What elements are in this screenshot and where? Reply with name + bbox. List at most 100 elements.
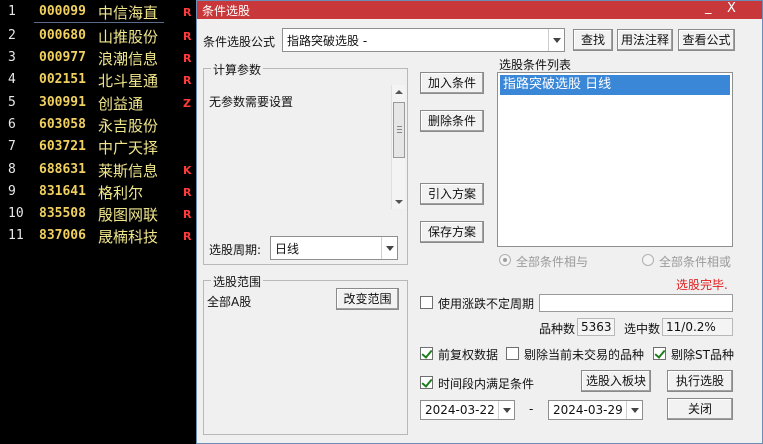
use-period-label: 使用涨跌不定周期 — [438, 297, 535, 311]
stock-row[interactable]: 3 000977 浪潮信息 R — [0, 47, 196, 69]
period-select[interactable]: 日线 — [270, 236, 398, 260]
radio-and[interactable] — [499, 254, 511, 266]
stock-row[interactable]: 2 000680 山推股份 R — [0, 25, 196, 47]
stock-code: 603058 — [39, 117, 86, 132]
stock-code: 835508 — [39, 206, 86, 221]
stock-row[interactable]: 5 300991 创益通 Z — [0, 92, 196, 114]
date-from-picker[interactable]: 2024-03-22 — [420, 400, 515, 420]
stock-row[interactable]: 4 002151 北斗星通 R — [0, 69, 196, 91]
stock-name: 永吉股份 — [98, 117, 159, 135]
exclude-st-checkbox[interactable] — [653, 347, 666, 360]
date-to-picker[interactable]: 2024-03-29 — [548, 400, 643, 420]
usage-notes-button[interactable]: 用法注释 — [617, 29, 673, 51]
period-input[interactable] — [539, 294, 733, 312]
params-text: 无参数需要设置 — [209, 95, 294, 109]
find-button[interactable]: 查找 — [573, 29, 613, 51]
close-icon[interactable]: X — [727, 1, 736, 16]
date-from-value: 2024-03-22 — [425, 403, 495, 417]
row-index: 4 — [8, 72, 16, 87]
condition-list[interactable]: 指路突破选股 日线 — [497, 72, 733, 247]
stock-name: 北斗星通 — [98, 72, 159, 90]
stock-tag: R — [183, 208, 192, 221]
scroll-up-icon[interactable] — [392, 85, 406, 99]
stock-code: 000680 — [39, 28, 86, 43]
stock-code: 688631 — [39, 162, 86, 177]
stock-tag: R — [183, 186, 192, 199]
row-index: 5 — [8, 95, 16, 110]
select-to-block-button[interactable]: 选股入板块 — [581, 370, 651, 392]
condition-select-dialog: 条件选股 _ X 条件选股公式 指路突破选股 - 查找 用法注释 查看公式 计算… — [196, 0, 763, 444]
view-formula-button[interactable]: 查看公式 — [678, 29, 735, 51]
stock-tag: Z — [183, 97, 191, 110]
dialog-titlebar[interactable]: 条件选股 _ X — [197, 0, 762, 19]
delete-condition-button[interactable]: 删除条件 — [420, 110, 484, 132]
stock-code: 837006 — [39, 228, 86, 243]
row-index: 2 — [8, 28, 16, 43]
row-index: 3 — [8, 50, 16, 65]
radio-or[interactable] — [642, 254, 654, 266]
forward-adjust-checkbox[interactable] — [420, 347, 433, 360]
row-index: 10 — [8, 206, 24, 221]
save-plan-button[interactable]: 保存方案 — [420, 221, 484, 243]
scroll-thumb[interactable] — [393, 102, 405, 158]
stock-row[interactable]: 8 688631 莱斯信息 K — [0, 159, 196, 181]
params-scrollbar[interactable] — [391, 85, 405, 209]
stock-row[interactable]: 9 831641 格利尔 R — [0, 181, 196, 203]
selected-label: 选中数 — [624, 322, 661, 336]
time-range-checkbox[interactable] — [420, 376, 433, 389]
stock-name: 山推股份 — [98, 28, 159, 46]
chevron-down-icon[interactable] — [548, 29, 564, 51]
stock-tag: R — [183, 30, 192, 43]
stock-tag: R — [183, 74, 192, 87]
chevron-down-icon[interactable] — [626, 401, 642, 419]
row-index: 8 — [8, 162, 16, 177]
date-to-value: 2024-03-29 — [553, 403, 623, 417]
stock-code: 000099 — [39, 4, 86, 19]
stock-code: 831641 — [39, 184, 86, 199]
close-button[interactable]: 关闭 — [667, 398, 733, 420]
exclude-untraded-label: 剔除当前未交易的品种 — [524, 348, 645, 362]
stock-row[interactable]: 1 000099 中信海直 R — [0, 1, 196, 23]
stock-name: 中信海直 — [98, 4, 159, 22]
row-index: 6 — [8, 117, 16, 132]
radio-or-label: 全部条件相或 — [659, 255, 732, 269]
params-group-title: 计算参数 — [211, 61, 264, 78]
stock-code: 000977 — [39, 50, 86, 65]
condition-list-label: 选股条件列表 — [499, 58, 572, 72]
stock-tag: R — [183, 6, 192, 19]
forward-adjust-label: 前复权数据 — [438, 348, 499, 362]
stock-row[interactable]: 7 603721 中广天择 — [0, 136, 196, 158]
stock-row[interactable]: 11 837006 晟楠科技 R — [0, 225, 196, 247]
row-index: 11 — [8, 228, 24, 243]
change-range-button[interactable]: 改变范围 — [336, 288, 399, 310]
chevron-down-icon[interactable] — [381, 237, 397, 259]
execute-select-button[interactable]: 执行选股 — [667, 370, 733, 392]
row-index: 9 — [8, 184, 16, 199]
stock-row[interactable]: 6 603058 永吉股份 — [0, 114, 196, 136]
formula-select[interactable]: 指路突破选股 - — [282, 28, 565, 52]
condition-list-item[interactable]: 指路突破选股 日线 — [500, 75, 730, 95]
range-value: 全部A股 — [207, 295, 252, 309]
exclude-st-label: 剔除ST品种 — [671, 348, 734, 362]
exclude-untraded-checkbox[interactable] — [506, 347, 519, 360]
scroll-down-icon[interactable] — [392, 195, 406, 209]
stock-list: 1 000099 中信海直 R 2 000680 山推股份 R 3 000977… — [0, 0, 196, 444]
import-plan-button[interactable]: 引入方案 — [420, 183, 484, 205]
minimize-icon[interactable]: _ — [705, 0, 712, 15]
chevron-down-icon[interactable] — [498, 401, 514, 419]
stock-row[interactable]: 10 835508 殷图网联 R — [0, 203, 196, 225]
period-label: 选股周期: — [209, 243, 262, 257]
time-range-label: 时间段内满足条件 — [438, 377, 535, 391]
add-condition-button[interactable]: 加入条件 — [420, 72, 484, 94]
stock-name: 浪潮信息 — [98, 50, 159, 68]
period-value: 日线 — [275, 242, 300, 256]
date-separator: - — [529, 402, 534, 416]
stock-name: 格利尔 — [98, 184, 144, 202]
status-text: 选股完毕. — [676, 278, 728, 292]
radio-and-label: 全部条件相与 — [516, 255, 589, 269]
stock-code: 002151 — [39, 72, 86, 87]
row-index: 7 — [8, 139, 16, 154]
use-period-checkbox[interactable] — [420, 296, 433, 309]
stock-name: 中广天择 — [98, 139, 159, 157]
count-label: 品种数 — [539, 322, 576, 336]
